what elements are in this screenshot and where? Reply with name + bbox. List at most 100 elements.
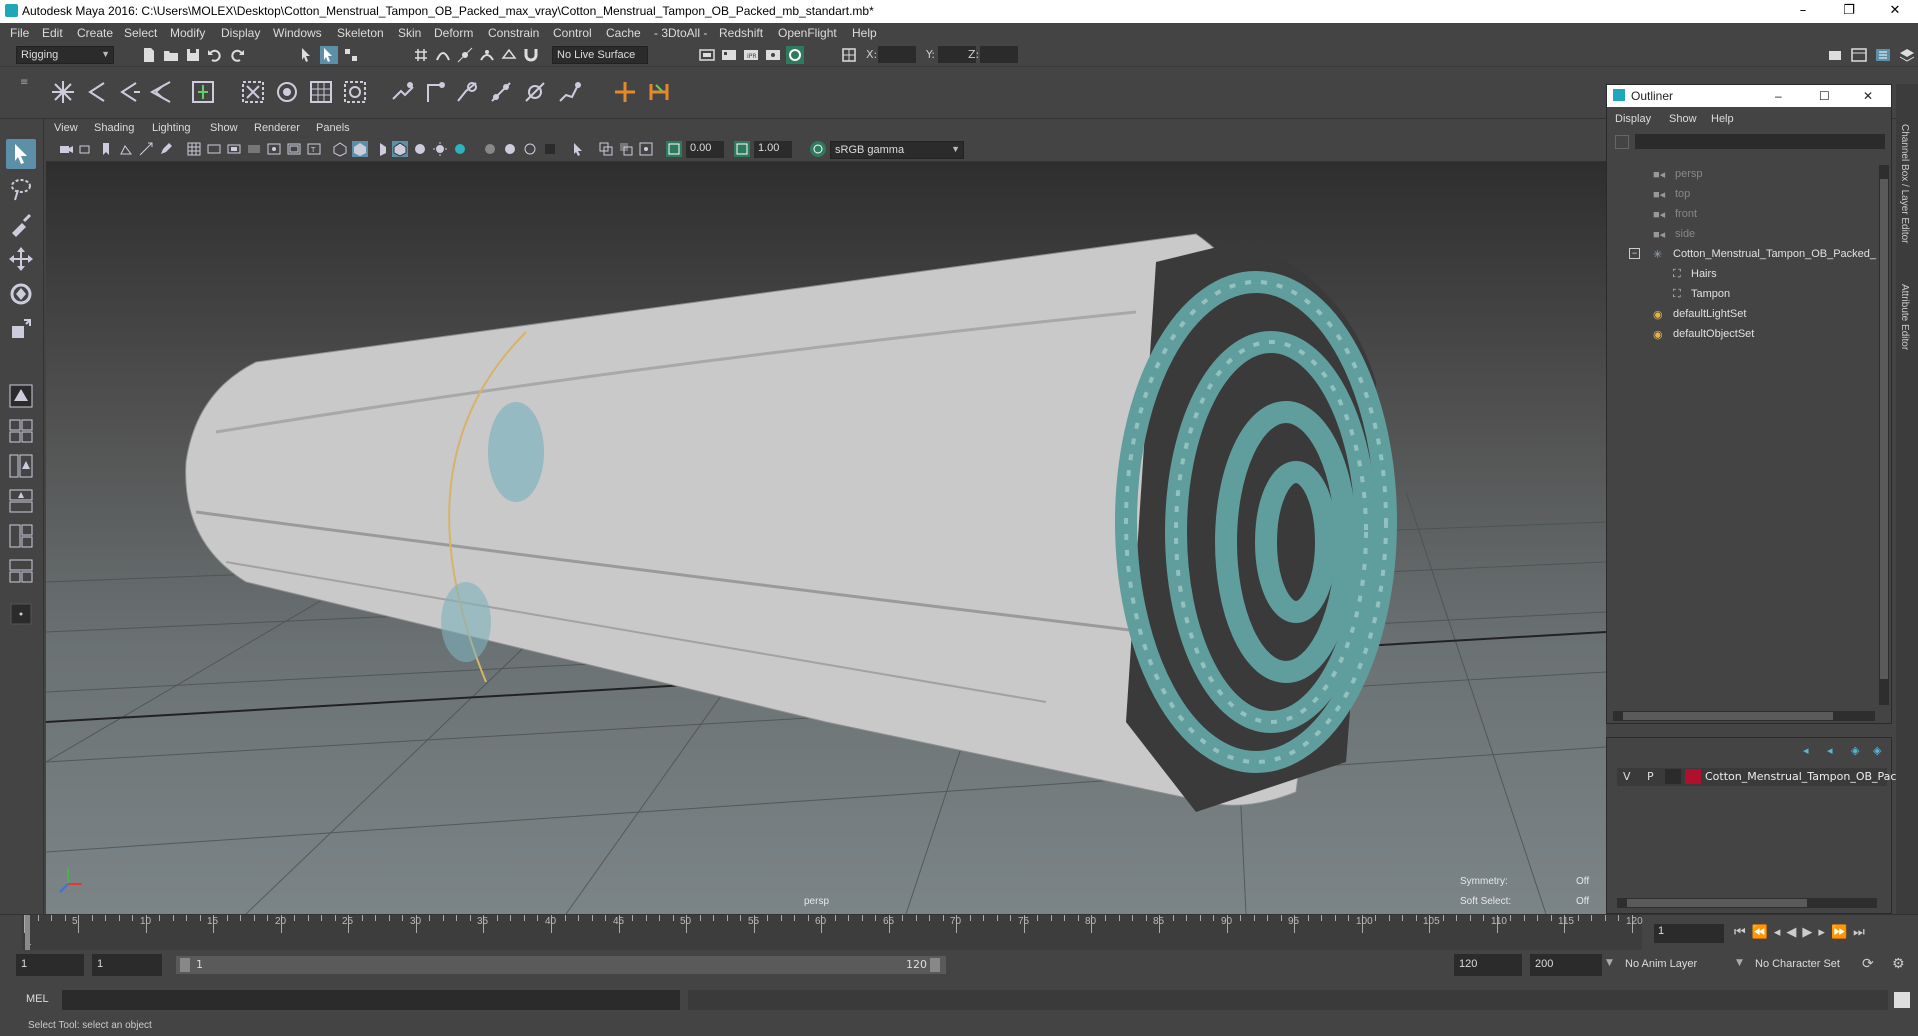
- scrollbar-thumb[interactable]: [1627, 899, 1807, 907]
- outliner-item-defaultobjectset[interactable]: ◉ defaultObjectSet: [1607, 325, 1877, 345]
- outliner-item-persp[interactable]: ■◂ persp: [1607, 165, 1877, 185]
- animation-end-input[interactable]: 200: [1530, 954, 1602, 976]
- persp-outliner-layout-icon[interactable]: [6, 451, 36, 481]
- playback-start-input[interactable]: 1: [92, 954, 162, 976]
- layer-name[interactable]: Cotton_Menstrual_Tampon_OB_Pac: [1705, 770, 1896, 783]
- persp-graph-layout-icon[interactable]: [6, 486, 36, 516]
- collapse-icon[interactable]: −: [1629, 248, 1640, 259]
- xray-joints-icon[interactable]: [618, 141, 634, 157]
- twist-deformer-icon[interactable]: [520, 77, 550, 107]
- select-object-icon[interactable]: [320, 46, 338, 64]
- safe-action-icon[interactable]: [286, 141, 302, 157]
- camera-select-icon[interactable]: [58, 141, 74, 157]
- scrollbar-thumb[interactable]: [1623, 712, 1833, 720]
- grease-pencil-icon[interactable]: [158, 141, 174, 157]
- wireframe-on-shaded-icon[interactable]: [392, 141, 408, 157]
- new-layer-icon[interactable]: ◈: [1851, 744, 1867, 758]
- menu-skeleton[interactable]: Skeleton: [337, 26, 384, 40]
- single-perspective-layout-icon[interactable]: [6, 381, 36, 411]
- time-track[interactable]: 1 51015202530354045505560657075808590951…: [22, 915, 1643, 951]
- play-backwards-icon[interactable]: ◀: [1786, 925, 1802, 940]
- ipr-render-icon[interactable]: IPR: [742, 46, 760, 64]
- multisample-aa-icon[interactable]: [522, 141, 538, 157]
- outliner-search-input[interactable]: [1635, 134, 1885, 149]
- outliner-item-front[interactable]: ■◂ front: [1607, 205, 1877, 225]
- gate-mask-icon[interactable]: [246, 141, 262, 157]
- panel-menu-view[interactable]: View: [54, 122, 78, 134]
- outliner-horizontal-scrollbar[interactable]: [1613, 711, 1875, 721]
- redo-icon[interactable]: [228, 46, 246, 64]
- render-sequence-icon[interactable]: [720, 46, 738, 64]
- magnet-icon[interactable]: [522, 46, 540, 64]
- menu-constrain[interactable]: Constrain: [488, 26, 539, 40]
- layer-display-type[interactable]: [1665, 769, 1681, 784]
- outliner-item-hairs[interactable]: ⛶ Hairs: [1607, 265, 1877, 285]
- panel-menu-show[interactable]: Show: [210, 122, 238, 134]
- menu-redshift[interactable]: Redshift: [719, 26, 763, 40]
- panel-menu-lighting[interactable]: Lighting: [152, 122, 191, 134]
- menu-help[interactable]: Help: [852, 26, 877, 40]
- range-end-handle[interactable]: [930, 958, 940, 972]
- tab-attribute-editor[interactable]: Attribute Editor: [1899, 284, 1910, 350]
- shadows-icon[interactable]: [452, 141, 468, 157]
- time-slider[interactable]: 1 5 10 15 20 25 30 35 40 45 50 55 60 65 70 75 80 85 90 95 1…: [0, 914, 1918, 951]
- color-management-icon[interactable]: [810, 141, 826, 157]
- depth-of-field-icon[interactable]: [542, 141, 558, 157]
- auto-key-icon[interactable]: ⟳: [1862, 956, 1874, 972]
- layer-playback-toggle[interactable]: P: [1647, 770, 1654, 783]
- layer-color-swatch[interactable]: [1685, 769, 1701, 784]
- anim-layer-dropdown[interactable]: No Anim Layer: [1620, 954, 1740, 976]
- sculpt-deformer-icon[interactable]: [452, 77, 482, 107]
- lasso-tool-icon[interactable]: [6, 174, 36, 204]
- perspective-viewport[interactable]: persp Symmetry: Off Soft Select: Off: [46, 162, 1606, 914]
- layer-editor-toggle-icon[interactable]: [1898, 46, 1916, 64]
- go-to-start-icon[interactable]: ⏮: [1734, 925, 1752, 940]
- resolution-gate-icon[interactable]: [226, 141, 242, 157]
- constraint-icon[interactable]: [644, 77, 674, 107]
- rotate-tool-icon[interactable]: [6, 279, 36, 309]
- xray-icon[interactable]: [598, 141, 614, 157]
- menu-windows[interactable]: Windows: [273, 26, 322, 40]
- locator-icon[interactable]: [610, 77, 640, 107]
- live-surface-field[interactable]: No Live Surface: [552, 46, 648, 64]
- field-chart-icon[interactable]: [266, 141, 282, 157]
- outliner-close-button[interactable]: ✕: [1863, 89, 1873, 103]
- go-to-end-icon[interactable]: ⏭: [1853, 925, 1871, 940]
- channel-box-toggle-icon[interactable]: [1874, 46, 1892, 64]
- x-input[interactable]: [878, 46, 916, 63]
- create-joint-icon[interactable]: [48, 77, 78, 107]
- script-editor-icon[interactable]: [1894, 992, 1910, 1008]
- step-back-key-icon[interactable]: ◂: [1774, 925, 1787, 940]
- character-set-dropdown[interactable]: No Character Set: [1750, 954, 1870, 976]
- scrollbar-thumb[interactable]: [1880, 179, 1888, 679]
- paint-weights-icon[interactable]: [272, 77, 302, 107]
- menu-modify[interactable]: Modify: [170, 26, 205, 40]
- preferences-icon[interactable]: ⚙: [1892, 956, 1905, 972]
- mel-input[interactable]: [62, 990, 680, 1010]
- menu-create[interactable]: Create: [77, 26, 113, 40]
- motion-blur-icon[interactable]: [502, 141, 518, 157]
- step-back-icon[interactable]: ⏪: [1752, 925, 1774, 940]
- shelf-options-icon[interactable]: ≡: [20, 77, 30, 109]
- range-start-handle[interactable]: [180, 958, 190, 972]
- transform-mode-icon[interactable]: [840, 46, 858, 64]
- step-forward-key-icon[interactable]: ▸: [1818, 925, 1831, 940]
- select-hierarchy-icon[interactable]: [298, 46, 316, 64]
- open-scene-icon[interactable]: [162, 46, 180, 64]
- restore-button[interactable]: ❐: [1826, 0, 1872, 23]
- render-settings-icon[interactable]: [764, 46, 782, 64]
- persp-uv-layout-icon[interactable]: [6, 556, 36, 586]
- animation-start-input[interactable]: 1: [16, 954, 84, 976]
- outliner-item-group[interactable]: − ✳ Cotton_Menstrual_Tampon_OB_Packed_: [1607, 245, 1877, 265]
- move-tool-icon[interactable]: [6, 244, 36, 274]
- menu-skin[interactable]: Skin: [398, 26, 421, 40]
- play-forwards-icon[interactable]: ▶: [1802, 925, 1818, 940]
- wave-deformer-icon[interactable]: [554, 77, 584, 107]
- smooth-shade-icon[interactable]: [352, 141, 368, 157]
- grid-toggle-icon[interactable]: [186, 141, 202, 157]
- outliner-filter-icon[interactable]: [1615, 135, 1629, 149]
- use-all-lights-icon[interactable]: [432, 141, 448, 157]
- ik-handle-icon[interactable]: [146, 77, 176, 107]
- wireframe-icon[interactable]: [332, 141, 348, 157]
- menu-edit[interactable]: Edit: [42, 26, 63, 40]
